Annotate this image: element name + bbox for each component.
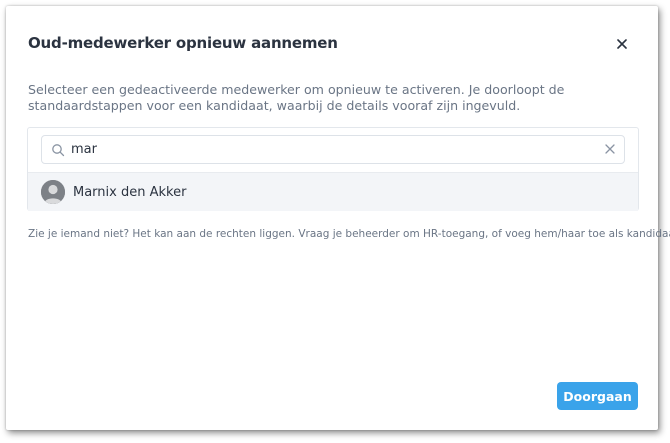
close-icon[interactable] — [612, 34, 632, 54]
search-panel: Marnix den Akker — [27, 127, 639, 211]
dialog-description: Selecteer een gedeactiveerde medewerker … — [28, 82, 565, 113]
search-box[interactable] — [41, 135, 625, 164]
result-item[interactable]: Marnix den Akker — [28, 172, 638, 211]
permission-hint: Zie je iemand niet? Het kan aan de recht… — [28, 228, 670, 240]
search-input[interactable] — [71, 142, 591, 157]
result-name: Marnix den Akker — [73, 184, 187, 200]
search-icon — [51, 143, 65, 157]
rehire-dialog: Oud-medewerker opnieuw aannemen Selectee… — [6, 6, 670, 430]
clear-icon[interactable] — [604, 143, 616, 155]
user-avatar-icon — [41, 180, 65, 204]
dialog-title: Oud-medewerker opnieuw aannemen — [28, 34, 338, 52]
continue-button[interactable]: Doorgaan — [557, 382, 638, 410]
